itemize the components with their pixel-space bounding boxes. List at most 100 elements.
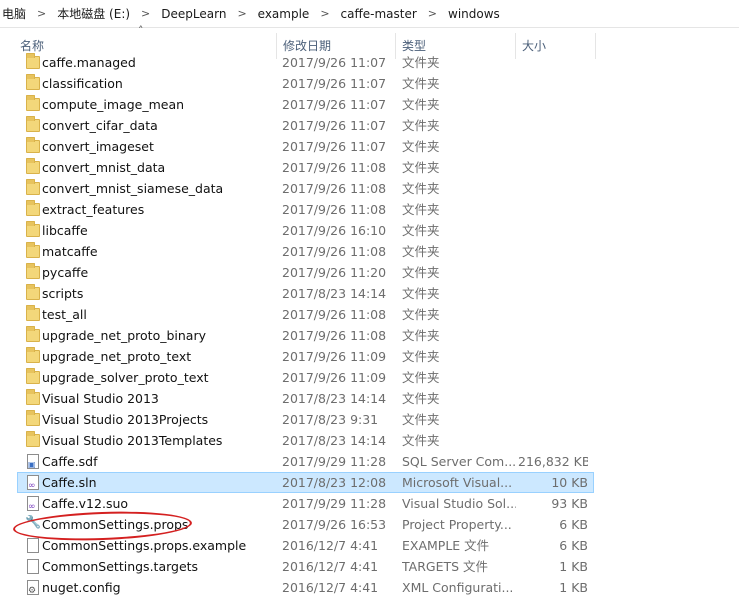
file-date: 2017/8/23 14:14 [282,433,387,448]
file-name: Visual Studio 2013 [42,391,159,406]
file-name: compute_image_mean [42,97,185,112]
file-size: 1 KB [559,580,588,595]
file-row[interactable]: matcaffe 2017/9/26 11:08 文件夹 [17,241,594,262]
file-row[interactable]: test_all 2017/9/26 11:08 文件夹 [17,304,594,325]
file-row[interactable]: classification 2017/9/26 11:07 文件夹 [17,73,594,94]
file-date: 2017/9/29 11:28 [282,454,387,469]
folder-icon [22,221,40,240]
file-row[interactable]: upgrade_solver_proto_text 2017/9/26 11:09… [17,367,594,388]
file-row[interactable]: extract_features 2017/9/26 11:08 文件夹 [17,199,594,220]
file-date: 2016/12/7 4:41 [282,580,379,595]
file-name: pycaffe [42,265,89,280]
folder-icon [22,200,40,219]
file-row[interactable]: convert_mnist_data 2017/9/26 11:08 文件夹 [17,157,594,178]
file-row[interactable]: libcaffe 2017/9/26 16:10 文件夹 [17,220,594,241]
file-date: 2017/8/23 14:14 [282,286,387,301]
file-size [518,242,588,261]
file-row[interactable]: Visual Studio 2013Projects 2017/8/23 9:31… [17,409,594,430]
file-name: CommonSettings.props.example [42,538,247,553]
file-row[interactable]: CommonSettings.targets 2016/12/7 4:41 TARG… [17,556,594,577]
file-size: 93 KB [551,496,588,511]
file-size [518,179,588,198]
file-name: Visual Studio 2013Templates [42,433,223,448]
file-date: 2017/9/26 11:20 [282,265,387,280]
file-icon [22,536,40,555]
file-size [518,263,588,282]
file-type: 文件夹 [402,307,440,322]
file-type: 文件夹 [402,160,440,175]
sdf-file-icon: ▣ [22,452,40,471]
file-type: 文件夹 [402,433,440,448]
file-name: Visual Studio 2013Projects [42,412,209,427]
file-type: Microsoft Visual... [402,475,513,490]
folder-icon [22,284,40,303]
file-size [518,158,588,177]
file-row[interactable]: 🔧 CommonSettings.props 2017/9/26 16:53 Proj… [17,514,594,535]
file-size: 1 KB [559,559,588,574]
chevron-right-icon[interactable]: > [132,7,159,20]
file-row[interactable]: Visual Studio 2013Templates 2017/8/23 14:… [17,430,594,451]
chevron-right-icon[interactable]: > [311,7,338,20]
chevron-right-icon[interactable]: > [228,7,255,20]
folder-icon [22,137,40,156]
folder-icon [22,158,40,177]
file-type: 文件夹 [402,412,440,427]
file-row[interactable]: convert_cifar_data 2017/9/26 11:07 文件夹 [17,115,594,136]
file-row[interactable]: upgrade_net_proto_text 2017/9/26 11:09 文件夹 [17,346,594,367]
file-row[interactable]: pycaffe 2017/9/26 11:20 文件夹 [17,262,594,283]
file-date: 2017/9/26 11:08 [282,181,387,196]
file-row[interactable]: Visual Studio 2013 2017/8/23 14:14 文件夹 [17,388,594,409]
file-type: 文件夹 [402,118,440,133]
breadcrumb-item-deeplearn[interactable]: DeepLearn [159,7,228,21]
file-size [518,431,588,450]
file-name: convert_cifar_data [42,118,158,133]
file-size [518,95,588,114]
file-row[interactable]: CommonSettings.props.example 2016/12/7 4:… [17,535,594,556]
breadcrumb: 电脑 > 本地磁盘 (E:) > DeepLearn > example > c… [0,0,739,28]
file-name: convert_imageset [42,139,154,154]
wrench-icon: 🔧 [25,515,40,530]
file-type: 文件夹 [402,55,440,70]
suo-file-icon: ∞ [22,494,40,513]
file-size [518,200,588,219]
file-size [518,410,588,429]
file-size [518,389,588,408]
file-row[interactable]: ⚙ nuget.config 2016/12/7 4:41 XML Configura… [17,577,594,598]
file-row[interactable]: convert_mnist_siamese_data 2017/9/26 11:0… [17,178,594,199]
chevron-right-icon[interactable]: > [419,7,446,20]
file-date: 2017/8/23 14:14 [282,391,387,406]
breadcrumb-item-pc[interactable]: 电脑 [0,5,28,22]
chevron-right-icon[interactable]: > [28,7,55,20]
file-date: 2017/8/23 12:08 [282,475,387,490]
folder-icon [22,263,40,282]
file-row[interactable]: scripts 2017/8/23 14:14 文件夹 [17,283,594,304]
file-date: 2017/9/26 16:10 [282,223,387,238]
folder-icon [22,305,40,324]
file-date: 2017/9/26 11:09 [282,370,387,385]
file-row[interactable]: ∞ Caffe.sln 2017/8/23 12:08 Microsoft Visua… [17,472,594,493]
file-date: 2017/9/26 16:53 [282,517,387,532]
breadcrumb-item-windows[interactable]: windows [446,7,502,21]
file-type: 文件夹 [402,286,440,301]
file-date: 2017/9/26 11:08 [282,328,387,343]
breadcrumb-item-caffe-master[interactable]: caffe-master [339,7,419,21]
file-name: matcaffe [42,244,98,259]
file-list: caffe.managed 2017/9/26 11:07 文件夹 classific… [0,52,596,606]
file-type: 文件夹 [402,223,440,238]
file-row[interactable]: ∞ Caffe.v12.suo 2017/9/29 11:28 Visual Stud… [17,493,594,514]
file-date: 2017/9/26 11:07 [282,55,387,70]
file-row[interactable]: convert_imageset 2017/9/26 11:07 文件夹 [17,136,594,157]
breadcrumb-item-example[interactable]: example [256,7,312,21]
file-row[interactable]: caffe.managed 2017/9/26 11:07 文件夹 [17,52,594,73]
breadcrumb-item-drive[interactable]: 本地磁盘 (E:) [55,5,132,22]
file-date: 2017/9/26 11:07 [282,118,387,133]
file-name: Caffe.sdf [42,454,98,469]
file-name: classification [42,76,123,91]
file-date: 2017/9/26 11:08 [282,244,387,259]
file-row[interactable]: compute_image_mean 2017/9/26 11:07 文件夹 [17,94,594,115]
file-date: 2016/12/7 4:41 [282,538,379,553]
file-row[interactable]: ▣ Caffe.sdf 2017/9/29 11:28 SQL Server Com.… [17,451,594,472]
file-row[interactable]: upgrade_net_proto_binary 2017/9/26 11:08 文… [17,325,594,346]
file-size [518,116,588,135]
file-date: 2017/9/26 11:08 [282,202,387,217]
